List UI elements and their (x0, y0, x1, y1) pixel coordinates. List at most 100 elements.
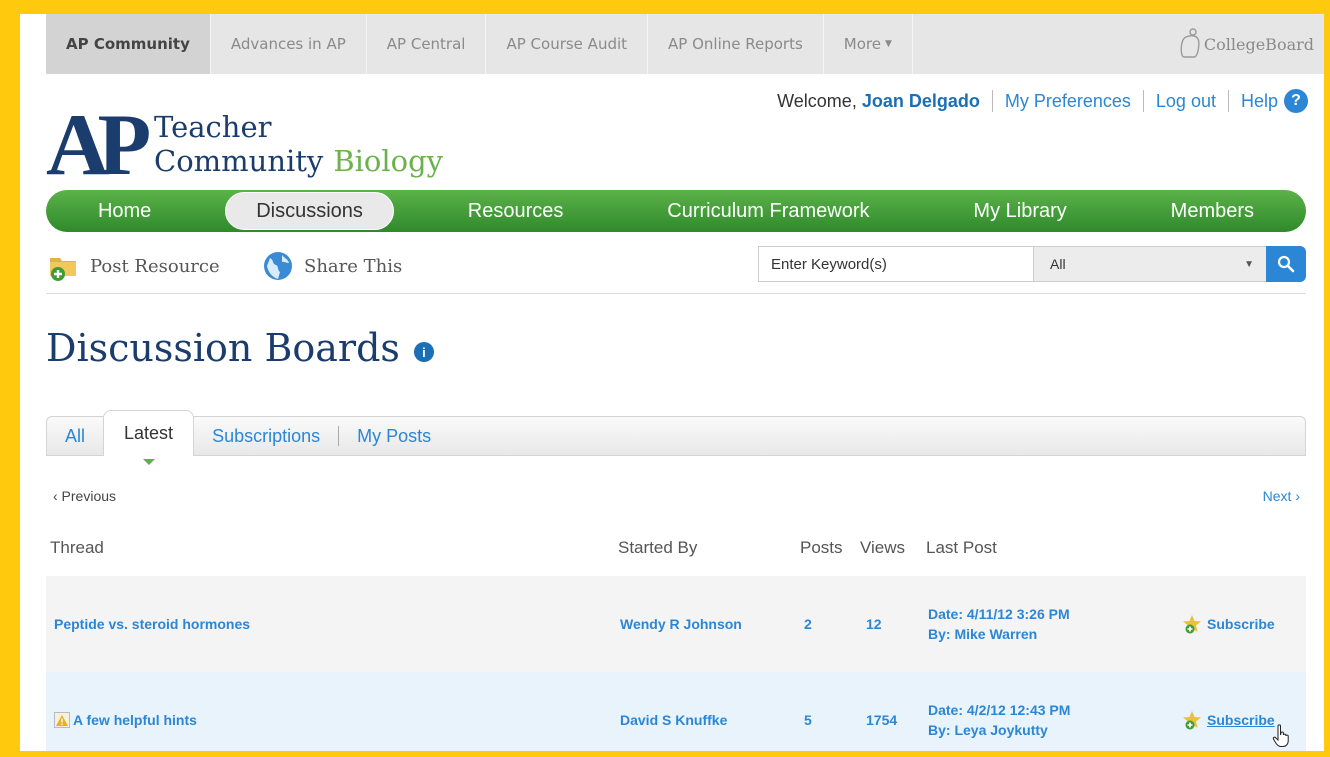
frame-left (0, 0, 20, 757)
topbar-item-label: AP Central (386, 35, 466, 53)
nav-resources[interactable]: Resources (438, 192, 594, 230)
info-icon[interactable]: i (413, 342, 434, 362)
views-count: 1754 (866, 712, 898, 728)
share-this-label: Share This (304, 255, 403, 277)
frame-bottom (0, 751, 1330, 757)
posts-count: 2 (804, 616, 812, 632)
previous-page-link[interactable]: ‹ Previous (53, 488, 116, 504)
frame-top (0, 0, 1330, 14)
divider (991, 90, 993, 112)
search-scope-select[interactable]: All ▼ (1034, 246, 1266, 282)
col-last-post: Last Post (926, 538, 997, 557)
thread-link[interactable]: A few helpful hints (54, 712, 197, 728)
welcome-text: Welcome, (777, 90, 857, 111)
tab-my-posts[interactable]: My Posts (339, 417, 449, 455)
nav-home[interactable]: Home (68, 192, 181, 230)
globe-icon (262, 250, 294, 282)
topbar-ap-central[interactable]: AP Central (367, 14, 487, 74)
topbar-ap-online-reports[interactable]: AP Online Reports (648, 14, 824, 74)
ap-logo-mark: AP (46, 97, 151, 194)
tab-latest[interactable]: Latest (103, 410, 195, 465)
tab-subscriptions[interactable]: Subscriptions (194, 417, 338, 455)
thread-title: A few helpful hints (73, 712, 197, 728)
collegeboard-logo[interactable]: CollegeBoard (1162, 14, 1324, 74)
topbar-item-label: AP Community (66, 35, 190, 53)
frame-right (1324, 0, 1330, 757)
user-links: Welcome, Joan Delgado My Preferences Log… (777, 89, 1308, 113)
search-scope-value: All (1050, 256, 1066, 272)
started-by-link[interactable]: Wendy R Johnson (620, 616, 742, 632)
topbar-item-label: More (843, 35, 881, 53)
table-header: Thread Started By Posts Views Last Post (46, 532, 1306, 562)
discussion-tabs: All Latest Subscriptions My Posts (46, 410, 1306, 465)
col-started-by: Started By (618, 538, 698, 557)
star-add-icon (1183, 615, 1201, 634)
hot-thread-icon (54, 712, 70, 728)
hand-cursor-icon (1272, 724, 1289, 747)
last-post: Date: 4/11/12 3:26 PM By: Mike Warren (928, 604, 1070, 644)
logo-line-community: Community Biology (154, 144, 443, 178)
topbar-item-label: Advances in AP (230, 35, 346, 53)
next-page-link[interactable]: Next › (1263, 488, 1300, 504)
chevron-down-icon: ▼ (884, 39, 892, 49)
topbar-item-label: AP Course Audit (506, 35, 628, 53)
nav-my-library[interactable]: My Library (943, 192, 1096, 230)
folder-add-icon (48, 250, 80, 282)
started-by-link[interactable]: David S Knuffke (620, 712, 727, 728)
post-resource-label: Post Resource (90, 255, 220, 277)
nav-curriculum-framework[interactable]: Curriculum Framework (637, 192, 899, 230)
divider (1227, 90, 1229, 112)
user-name[interactable]: Joan Delgado (862, 91, 980, 112)
logo-community-text: Community (154, 144, 324, 178)
top-bar: AP Community Advances in AP AP Central A… (46, 14, 1324, 74)
chevron-down-icon: ▼ (1244, 258, 1254, 270)
thread-link[interactable]: Peptide vs. steroid hormones (54, 616, 250, 632)
page-title-group: Discussion Boards i (46, 326, 434, 370)
posts-count: 5 (804, 712, 812, 728)
last-post-date: Date: 4/2/12 12:43 PM (928, 702, 1071, 718)
star-add-icon (1183, 711, 1201, 730)
col-posts: Posts (800, 538, 843, 557)
views-count: 12 (866, 616, 882, 632)
help-icon[interactable]: ? (1284, 89, 1308, 113)
logo-subject: Biology (333, 144, 444, 178)
page-title: Discussion Boards (46, 326, 400, 370)
topbar-ap-course-audit[interactable]: AP Course Audit (486, 14, 649, 74)
subscribe-label: Subscribe (1207, 616, 1275, 632)
tab-all[interactable]: All (47, 417, 103, 455)
last-post-date: Date: 4/11/12 3:26 PM (928, 606, 1070, 622)
table-row: A few helpful hints David S Knuffke 5 17… (46, 672, 1306, 751)
help-link[interactable]: Help (1241, 91, 1278, 112)
topbar-advances-in-ap[interactable]: Advances in AP (211, 14, 367, 74)
share-this-button[interactable]: Share This (262, 250, 402, 282)
subscribe-button[interactable]: Subscribe (1182, 710, 1275, 730)
page: AP Community Advances in AP AP Central A… (20, 14, 1324, 751)
search-icon (1277, 255, 1295, 273)
search-input[interactable] (758, 246, 1034, 282)
collegeboard-label: CollegeBoard (1203, 34, 1314, 54)
topbar-more-menu[interactable]: More ▼ (824, 14, 913, 74)
nav-members[interactable]: Members (1141, 192, 1284, 230)
logo-line-teacher: Teacher (154, 110, 272, 144)
topbar-item-label: AP Online Reports (668, 35, 803, 53)
post-resource-button[interactable]: Post Resource (48, 250, 220, 282)
divider (1142, 90, 1144, 112)
col-thread: Thread (50, 538, 104, 557)
subscribe-label: Subscribe (1207, 712, 1275, 728)
last-post-author[interactable]: By: Mike Warren (928, 626, 1037, 642)
last-post: Date: 4/2/12 12:43 PM By: Leya Joykutty (928, 700, 1070, 740)
log-out-link[interactable]: Log out (1156, 91, 1216, 112)
search-bar: All ▼ (758, 246, 1306, 282)
main-nav: Home Discussions Resources Curriculum Fr… (46, 190, 1306, 232)
col-views: Views (860, 538, 906, 557)
nav-discussions[interactable]: Discussions (225, 192, 394, 230)
my-preferences-link[interactable]: My Preferences (1005, 91, 1131, 112)
last-post-author[interactable]: By: Leya Joykutty (928, 722, 1048, 738)
search-button[interactable] (1266, 246, 1306, 282)
toolbar: Post Resource Share This All ▼ (46, 242, 1306, 294)
topbar-ap-community[interactable]: AP Community (46, 14, 211, 74)
table-row: Peptide vs. steroid hormones Wendy R Joh… (46, 576, 1306, 672)
subscribe-button[interactable]: Subscribe (1182, 614, 1275, 634)
collegeboard-acorn-icon (1180, 28, 1200, 58)
